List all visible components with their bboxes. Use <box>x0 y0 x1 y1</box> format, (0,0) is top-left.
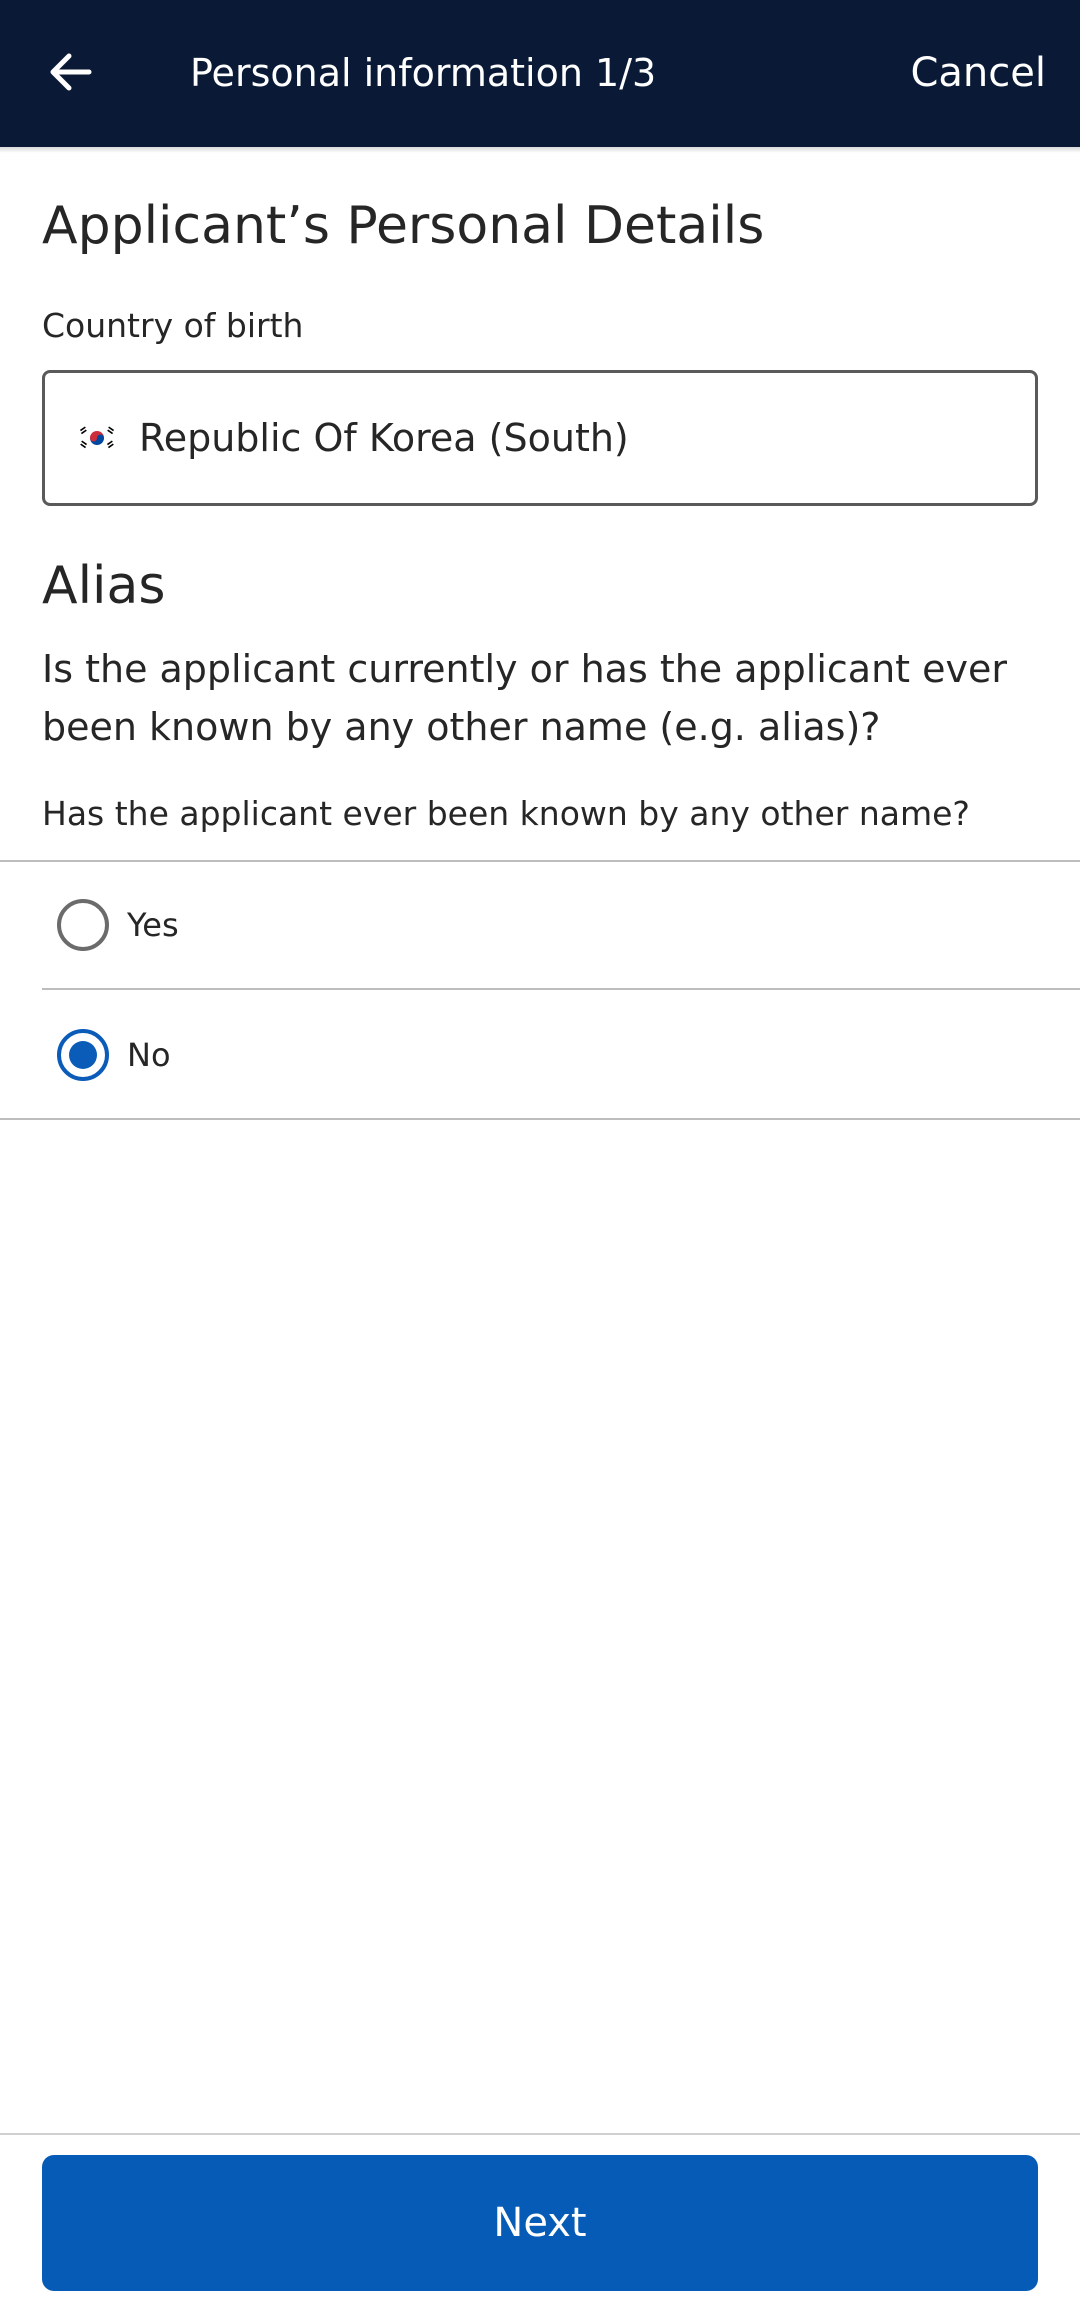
personal-info-screen: Personal information 1/3 Cancel Applican… <box>0 0 1080 2322</box>
footer-divider <box>0 2133 1080 2135</box>
page-title: Personal information 1/3 <box>190 51 657 95</box>
country-of-birth-select[interactable]: Republic Of Korea (South) <box>42 370 1038 506</box>
alias-title: Alias <box>42 556 166 616</box>
radio-option-no[interactable]: No <box>0 992 1080 1118</box>
radio-yes-label: Yes <box>127 906 179 944</box>
radio-option-yes[interactable]: Yes <box>0 862 1080 988</box>
south-korea-flag-icon <box>77 423 117 453</box>
alias-question: Is the applicant currently or has the ap… <box>42 647 1008 749</box>
back-button[interactable] <box>30 34 110 114</box>
app-header: Personal information 1/3 Cancel <box>0 0 1080 147</box>
country-of-birth-label: Country of birth <box>42 306 304 345</box>
country-of-birth-value: Republic Of Korea (South) <box>139 416 629 460</box>
arrow-left-icon <box>47 52 93 96</box>
radio-yes[interactable] <box>57 899 109 951</box>
header-shadow <box>0 147 1080 153</box>
alias-radio-group-label: Has the applicant ever been known by any… <box>42 794 970 833</box>
divider <box>0 1118 1080 1120</box>
next-button[interactable]: Next <box>42 2155 1038 2291</box>
radio-no-label: No <box>127 1036 171 1074</box>
radio-no[interactable] <box>57 1029 109 1081</box>
divider <box>42 988 1080 990</box>
cancel-button[interactable]: Cancel <box>910 0 1046 147</box>
section-title: Applicant’s Personal Details <box>42 196 765 256</box>
